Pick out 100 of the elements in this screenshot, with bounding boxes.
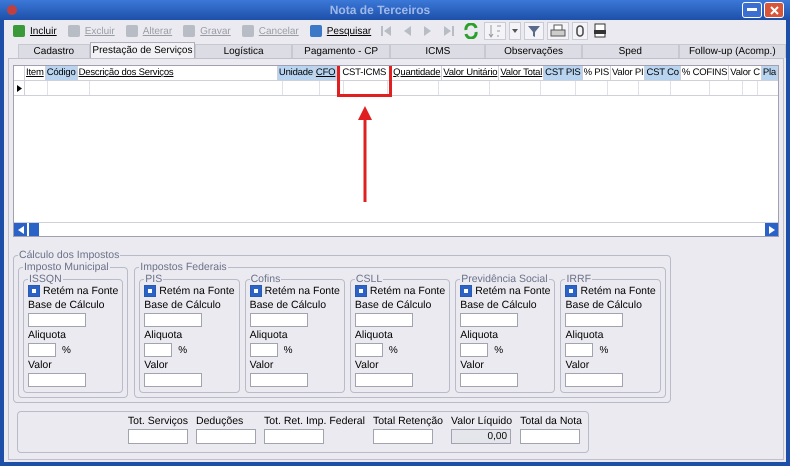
- column-header[interactable]: Item: [25, 66, 46, 80]
- field-label: Tot. Serviços: [128, 415, 188, 427]
- column-header[interactable]: % COFINS: [680, 66, 730, 80]
- app-icon: [6, 4, 18, 16]
- input-field[interactable]: [460, 313, 518, 327]
- input-field[interactable]: [28, 313, 86, 327]
- input-field[interactable]: [565, 343, 594, 357]
- square-icon: [240, 23, 256, 39]
- column-header[interactable]: Valor Total: [499, 66, 544, 80]
- input-field[interactable]: [460, 373, 518, 387]
- highlight-rectangle: [337, 66, 392, 97]
- retain-checkbox[interactable]: Retém na Fonte: [28, 285, 118, 297]
- field-label: Valor: [565, 359, 590, 371]
- input-field[interactable]: [520, 429, 580, 444]
- column-header[interactable]: CFO: [314, 66, 338, 80]
- column-header[interactable]: Pla: [762, 66, 778, 80]
- percent-label: %: [599, 344, 608, 356]
- input-field[interactable]: [565, 313, 624, 327]
- percent-label: %: [388, 344, 398, 356]
- input-field[interactable]: [250, 343, 278, 357]
- field-label: Aliquota: [28, 329, 67, 341]
- printer-icon: [550, 24, 566, 38]
- column-header[interactable]: Valor Unitário: [442, 66, 500, 80]
- tax-title: PIS: [144, 273, 164, 285]
- input-field[interactable]: [354, 313, 413, 327]
- scroll-thumb[interactable]: [27, 223, 39, 236]
- input-field[interactable]: [372, 429, 433, 444]
- retain-checkbox[interactable]: Retém na Fonte: [144, 285, 235, 297]
- document-icon: [593, 23, 608, 39]
- column-header[interactable]: Código: [46, 66, 78, 80]
- tab[interactable]: Follow-up (Acomp.): [678, 44, 786, 58]
- field-label: Aliquota: [460, 329, 500, 341]
- tab[interactable]: Pagamento - CP: [292, 44, 390, 58]
- tab[interactable]: Observações: [485, 44, 582, 58]
- field-label: Aliquota: [144, 329, 184, 341]
- field-label: Valor: [28, 359, 53, 371]
- square-icon: [308, 23, 324, 39]
- input-field[interactable]: [250, 373, 308, 387]
- field-label: Aliquota: [354, 329, 394, 341]
- field-label: Valor: [354, 359, 380, 371]
- input-field[interactable]: [264, 429, 324, 444]
- scroll-right-icon: [768, 226, 774, 234]
- column-header[interactable]: CST Co: [645, 66, 681, 80]
- column-header[interactable]: CST PIS: [544, 66, 583, 80]
- square-icon: [66, 23, 82, 39]
- input-field[interactable]: [144, 313, 202, 327]
- attach-button[interactable]: [572, 22, 588, 40]
- retain-checkbox[interactable]: Retém na Fonte: [460, 285, 550, 297]
- input-field[interactable]: [250, 313, 308, 327]
- tab[interactable]: ICMS: [390, 44, 486, 58]
- horizontal-scrollbar[interactable]: [14, 222, 778, 236]
- filter-button[interactable]: [524, 22, 544, 40]
- column-header[interactable]: Quantidade: [392, 66, 442, 80]
- input-field[interactable]: [144, 373, 202, 387]
- input-field[interactable]: [460, 343, 488, 357]
- retain-checkbox[interactable]: Retém na Fonte: [565, 285, 656, 297]
- percent-label: %: [284, 344, 292, 356]
- input-field[interactable]: [354, 343, 383, 357]
- square-icon: [124, 23, 140, 39]
- column-header[interactable]: % PIS: [582, 66, 611, 80]
- dropdown-button[interactable]: [509, 22, 522, 40]
- print-button[interactable]: [547, 22, 570, 40]
- tax-title: Previdência Social: [460, 273, 549, 285]
- group-title: Cálculo dos Impostos: [18, 249, 120, 261]
- field-label: Tot. Ret. Imp. Federal: [264, 415, 365, 427]
- column-header[interactable]: Descrição dos Serviços: [78, 66, 278, 80]
- field-label: Deduções: [196, 415, 244, 427]
- field-label: Valor: [250, 359, 274, 371]
- percent-label: %: [178, 344, 188, 356]
- input-field[interactable]: [565, 373, 624, 387]
- field-label: Base de Cálculo: [460, 299, 538, 311]
- input-field[interactable]: [144, 343, 172, 357]
- input-field[interactable]: [196, 429, 256, 444]
- minimize-icon: [747, 8, 757, 12]
- retain-checkbox[interactable]: Retém na Fonte: [250, 285, 340, 297]
- close-button[interactable]: [764, 2, 784, 18]
- input-field[interactable]: [28, 343, 56, 357]
- field-label: Base de Cálculo: [28, 299, 106, 311]
- tab[interactable]: Logística: [195, 44, 292, 58]
- readonly-field: 0,00: [451, 429, 512, 444]
- column-header[interactable]: Unidade: [278, 66, 315, 80]
- tab[interactable]: Prestação de Serviços: [90, 42, 196, 58]
- field-label: Base de Cálculo: [144, 299, 222, 311]
- group-title: Imposto Municipal: [23, 261, 110, 273]
- field-label: Valor: [144, 359, 170, 371]
- column-header[interactable]: Valor PI: [610, 66, 646, 80]
- toolbar-button[interactable]: Pesquisar: [304, 21, 374, 41]
- tab[interactable]: Cadastro: [18, 44, 90, 58]
- sort-icon: [487, 23, 504, 39]
- input-field[interactable]: [354, 373, 413, 387]
- toolbar-button[interactable]: Incluir: [8, 21, 60, 41]
- tab[interactable]: Sped: [582, 44, 679, 58]
- field-label: Total da Nota: [520, 415, 582, 427]
- input-field[interactable]: [128, 429, 188, 444]
- window-title: Nota de Terceiros: [328, 3, 432, 17]
- column-header[interactable]: Valor C: [729, 66, 762, 80]
- retain-checkbox[interactable]: Retém na Fonte: [354, 285, 446, 297]
- minimize-button[interactable]: [742, 2, 762, 18]
- input-field[interactable]: [28, 373, 86, 387]
- refresh-icon: [463, 23, 480, 39]
